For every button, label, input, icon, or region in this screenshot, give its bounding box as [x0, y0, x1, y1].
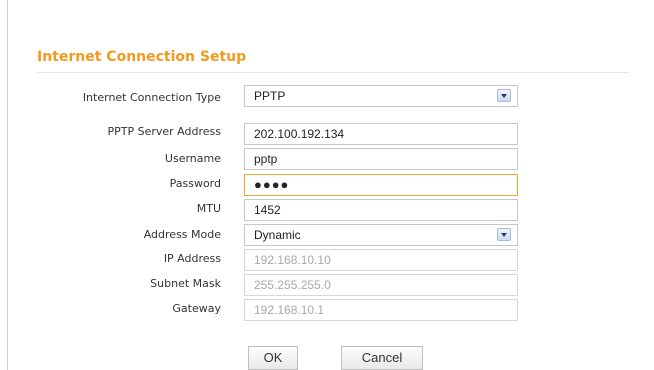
- address-mode-value: Dynamic: [254, 228, 301, 242]
- section-title: Internet Connection Setup: [37, 49, 247, 65]
- chevron-down-icon[interactable]: [497, 228, 511, 241]
- ok-button[interactable]: OK: [248, 346, 298, 370]
- server-address-label: PPTP Server Address: [107, 125, 222, 138]
- username-label: Username: [164, 152, 221, 165]
- subnet-mask-input: 255.255.255.0: [244, 274, 518, 296]
- mtu-input[interactable]: 1452: [244, 199, 518, 221]
- window-left-border: [7, 0, 8, 370]
- gateway-label: Gateway: [172, 302, 221, 315]
- cancel-button[interactable]: Cancel: [341, 346, 423, 370]
- connection-type-value: PPTP: [254, 89, 286, 103]
- ip-address-label: IP Address: [163, 252, 221, 265]
- chevron-down-icon[interactable]: [497, 89, 511, 102]
- connection-type-label: Internet Connection Type: [82, 91, 221, 104]
- subnet-mask-label: Subnet Mask: [150, 277, 221, 290]
- address-mode-label: Address Mode: [143, 228, 221, 241]
- address-mode-select[interactable]: Dynamic: [244, 224, 518, 246]
- connection-type-select[interactable]: PPTP: [244, 85, 518, 107]
- ip-address-input: 192.168.10.10: [244, 249, 518, 271]
- server-address-input[interactable]: 202.100.192.134: [244, 123, 518, 145]
- password-mask: ●●●●: [254, 177, 290, 192]
- mtu-label: MTU: [196, 202, 221, 215]
- gateway-input: 192.168.10.1: [244, 299, 518, 321]
- section-divider: [37, 72, 629, 73]
- password-input[interactable]: ●●●●: [244, 174, 518, 196]
- username-input[interactable]: pptp: [244, 148, 518, 170]
- password-label: Password: [169, 177, 221, 190]
